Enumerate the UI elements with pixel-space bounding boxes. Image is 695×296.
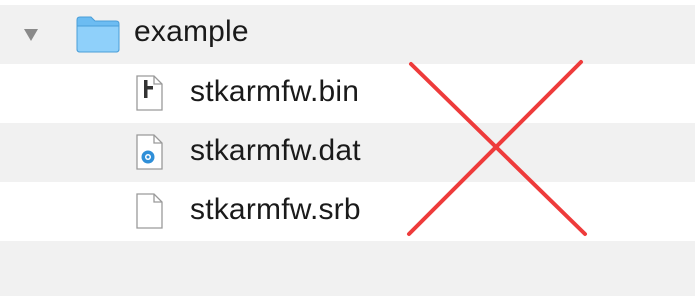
finder-list-view: example stkarmfw.bin stkarmfw.dat stkarm… (0, 0, 695, 296)
blank-document-icon (136, 193, 163, 229)
file-row[interactable]: stkarmfw.bin (0, 64, 695, 123)
folder-icon (76, 16, 120, 53)
disclosure-triangle-icon[interactable] (24, 29, 38, 41)
executable-file-icon (136, 75, 163, 111)
file-name: stkarmfw.srb (190, 193, 361, 226)
empty-row (0, 241, 695, 296)
file-row[interactable]: stkarmfw.dat (0, 123, 695, 182)
file-name: stkarmfw.bin (190, 75, 360, 108)
quicktime-file-icon (136, 134, 163, 170)
file-row[interactable]: stkarmfw.srb (0, 182, 695, 241)
folder-row[interactable]: example (0, 5, 695, 64)
file-name: stkarmfw.dat (190, 134, 361, 167)
folder-name: example (134, 15, 249, 48)
